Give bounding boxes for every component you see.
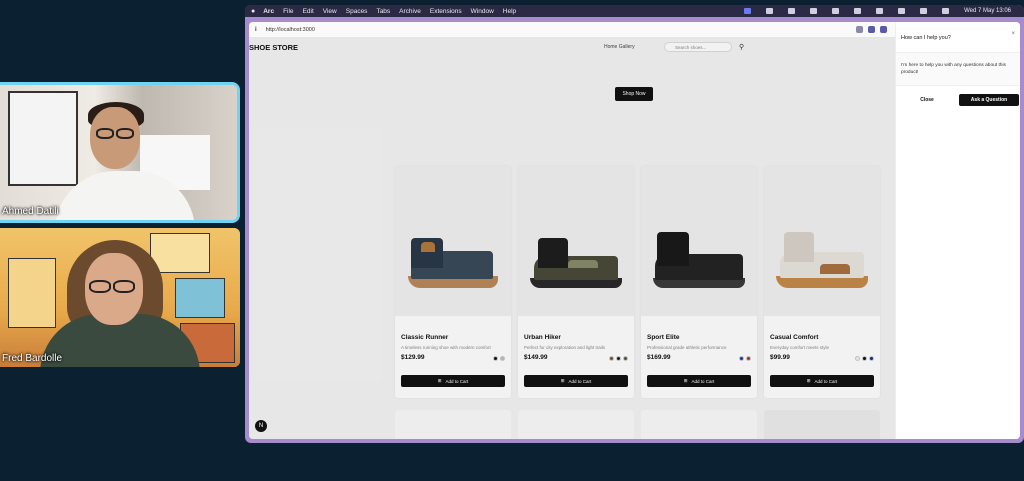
menu-edit[interactable]: Edit [303,8,314,15]
chat-panel: How can I help you? × I'm here to help y… [895,22,1020,439]
status-icon[interactable] [788,8,796,14]
chat-actions: Close Ask a Question [896,94,1020,108]
menu-tabs[interactable]: Tabs [376,8,390,15]
chat-message: I'm here to help you with any questions … [896,52,1020,86]
mac-menubar: ● Arc File Edit View Spaces Tabs Archive… [245,5,1024,17]
menubar-status: Wed 7 May 13:06 [744,5,1020,17]
poster-panel [150,233,210,273]
menu-app[interactable]: Arc [263,8,274,15]
extension-icon[interactable] [868,26,875,33]
glasses-icon [113,280,135,293]
participant-name: Fred Bardolle [2,353,63,364]
participant-name: Ahmed Datili [2,206,59,217]
chat-header: How can I help you? [901,27,1016,49]
ask-question-button[interactable]: Ask a Question [959,94,1019,106]
control-center-icon[interactable] [942,8,950,14]
address-bar[interactable]: i http://localhost:3000 [249,22,895,38]
shoe-store-page: SHOE STORE Home Gallery Search shoes... … [249,38,895,439]
nextjs-icon[interactable]: N [255,420,267,432]
background-window [8,91,78,186]
menu-file[interactable]: File [283,8,293,15]
status-icon[interactable] [810,8,818,14]
glasses-icon [96,128,114,139]
menu-window[interactable]: Window [471,8,494,15]
menu-extensions[interactable]: Extensions [430,8,462,15]
menubar-clock[interactable]: Wed 7 May 13:06 [964,8,1011,14]
wifi-icon[interactable] [898,8,906,14]
battery-icon[interactable] [920,8,928,14]
video-tile-fred[interactable]: Fred Bardolle [0,228,240,367]
poster-panel [8,258,56,328]
volume-icon[interactable] [854,8,862,14]
poster-panel [175,278,225,318]
apple-icon[interactable]: ● [251,8,255,15]
video-tile-ahmed[interactable]: Ahmed Datili [0,82,240,223]
screen-share-icon[interactable] [744,8,752,14]
menu-help[interactable]: Help [503,8,516,15]
toolbar-icons [856,26,887,33]
modal-overlay[interactable] [249,38,895,439]
chat-title: How can I help you? [901,35,951,41]
menu-spaces[interactable]: Spaces [346,8,368,15]
browser-viewport: i http://localhost:3000 SHOE STORE Home … [249,22,1020,439]
site-info-icon[interactable]: i [255,27,257,33]
status-icon[interactable] [832,8,840,14]
link-icon[interactable] [856,26,863,33]
close-icon[interactable]: × [1011,31,1015,37]
browser-window: ● Arc File Edit View Spaces Tabs Archive… [245,5,1024,443]
url-text[interactable]: http://localhost:3000 [266,27,315,33]
status-icon[interactable] [766,8,774,14]
menu-archive[interactable]: Archive [399,8,421,15]
participant-face [90,107,140,169]
camera-icon[interactable] [880,26,887,33]
menu-view[interactable]: View [323,8,337,15]
close-button[interactable]: Close [901,94,953,106]
glasses-icon [89,280,111,293]
glasses-icon [116,128,134,139]
status-icon[interactable] [876,8,884,14]
